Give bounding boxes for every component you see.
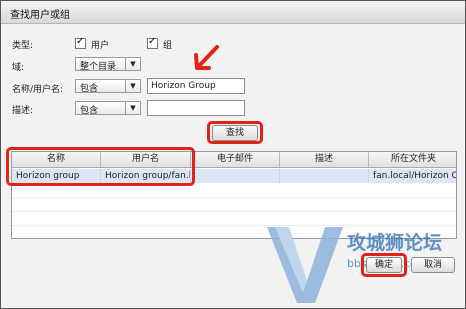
type-label: 类型:: [12, 41, 34, 51]
description-operator-select[interactable]: 包含 ▼: [75, 101, 141, 116]
domain-select[interactable]: 整个目录 ▼: [75, 57, 141, 72]
column-header-email[interactable]: 电子邮件: [191, 152, 280, 167]
user-checkbox-label: 用户: [91, 41, 110, 51]
row-divider: [12, 197, 456, 198]
find-users-dialog: 查找用户或组 类型: 用户 组 域: 整个目录 ▼ 名称/用户名: 包含 ▼ H…: [0, 0, 466, 309]
description-label: 描述:: [12, 106, 34, 116]
domain-label: 域:: [12, 63, 25, 73]
group-checkbox[interactable]: [147, 36, 158, 49]
annotation-arrow-icon: [194, 45, 219, 70]
chevron-down-icon: ▼: [125, 102, 140, 114]
cancel-button[interactable]: 取消: [411, 257, 455, 273]
column-header-description[interactable]: 描述: [280, 152, 369, 167]
search-highlight-box: [207, 121, 263, 144]
dialog-title: 查找用户或组: [10, 10, 70, 21]
svg-text:攻城狮论坛: 攻城狮论坛: [347, 231, 442, 254]
name-operator-value: 包含: [80, 84, 99, 94]
user-checkbox[interactable]: [75, 36, 86, 49]
cell-email: [191, 169, 280, 183]
name-input[interactable]: Horizon Group: [147, 78, 245, 94]
cell-folder: fan.local/Horizon OU: [373, 171, 457, 181]
title-bar: 查找用户或组: [1, 1, 465, 24]
column-header-folder[interactable]: 所在文件夹: [369, 152, 456, 167]
row-divider: [12, 211, 456, 212]
chevron-down-icon: ▼: [125, 80, 140, 92]
name-operator-select[interactable]: 包含 ▼: [75, 79, 141, 94]
description-input[interactable]: [147, 100, 245, 116]
chevron-down-icon: ▼: [125, 58, 140, 70]
description-operator-value: 包含: [80, 106, 99, 116]
group-checkbox-label: 组: [163, 41, 173, 51]
cell-description: [280, 169, 369, 183]
result-highlight-box: [6, 147, 195, 186]
domain-select-value: 整个目录: [80, 62, 117, 72]
ok-highlight-box: [361, 253, 407, 277]
name-label: 名称/用户名:: [12, 85, 64, 95]
